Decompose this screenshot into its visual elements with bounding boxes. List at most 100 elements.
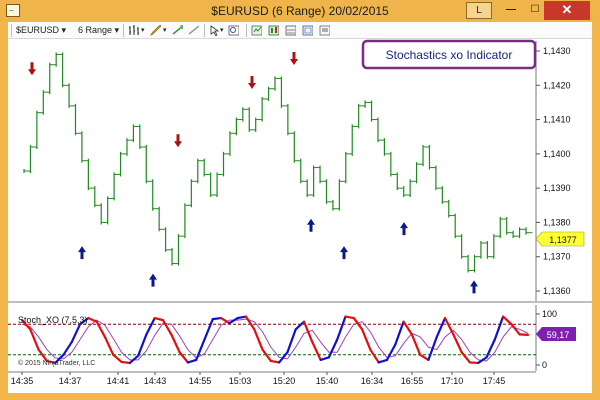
close-button[interactable]: ✕	[544, 1, 590, 20]
chevron-down-icon: ▾	[114, 25, 120, 35]
indicator-value-badge: 59,17	[536, 327, 576, 341]
hide-drawings-icon[interactable]	[188, 25, 199, 36]
stoch-k-segment	[377, 358, 389, 364]
chart-area[interactable]: 1,1430 1,1420 1,1410 1,1400 1,1390 1,1380 1,13…	[8, 39, 592, 393]
stoch-k-segment	[518, 333, 530, 337]
time-tick-label: 14:55	[189, 376, 212, 386]
time-tick-label: 15:20	[273, 376, 296, 386]
chevron-down-icon[interactable]: ▾	[220, 24, 224, 37]
period-label: 6 Range	[78, 25, 113, 35]
time-tick-label: 16:55	[401, 376, 424, 386]
signal-arrows	[28, 45, 478, 294]
chevron-down-icon[interactable]: ▾	[141, 24, 145, 37]
annotation-label: Stochastics xo Indicator	[386, 48, 513, 62]
stoch-k-segment	[112, 353, 123, 364]
stoch-k-segment	[261, 348, 272, 363]
stoch-k-segment	[493, 315, 505, 341]
time-tick-label: 14:43	[144, 376, 167, 386]
chart-toolbar: $EURUSD ▾ 6 Range ▾ ▾ ▾ ▾	[8, 22, 592, 39]
stoch-k-segment	[311, 340, 322, 361]
stoch-k-segment	[203, 318, 214, 341]
stoch-k-segment	[161, 319, 173, 336]
stoch-k-segment	[128, 354, 140, 365]
price-axis: 1,1430 1,1420 1,1410 1,1400 1,1390 1,1380 1,13…	[536, 46, 571, 296]
stoch-k-segment	[319, 356, 331, 361]
stoch-k-segment	[70, 323, 82, 344]
time-axis: 14:35 14:37 14:41 14:43 14:55 15:03 15:20 15:40…	[11, 372, 506, 386]
time-tick-label: 14:37	[59, 376, 82, 386]
time-tick-label: 17:45	[483, 376, 506, 386]
stoch-k-segment	[120, 360, 131, 365]
stoch-k-segment	[302, 320, 314, 344]
price-tick-label: 1,1360	[543, 286, 571, 296]
time-tick-label: 14:41	[107, 376, 130, 386]
stoch-k-segment	[153, 316, 165, 322]
stoch-k-segment	[244, 315, 256, 331]
buy-arrow-icon	[400, 222, 408, 236]
stoch-k-segment	[452, 333, 463, 354]
buy-arrow-icon	[340, 246, 348, 260]
chevron-down-icon: ▾	[61, 25, 67, 35]
sell-arrow-icon	[290, 52, 298, 65]
current-price-badge: 1,1377	[535, 231, 585, 247]
stoch-k-segment	[253, 328, 264, 351]
stoch-k-segment	[269, 359, 281, 364]
sell-arrow-icon	[174, 134, 182, 148]
stoch-k-segment	[211, 316, 223, 321]
stoch-k-segment	[502, 315, 513, 326]
toolbar-separator	[123, 24, 124, 37]
time-tick-label: 15:40	[316, 376, 339, 386]
time-tick-label: 14:35	[11, 376, 34, 386]
stoch-k-segment	[402, 320, 413, 336]
instrument-selector[interactable]: $EURUSD ▾	[16, 24, 66, 37]
stoch-k-segment	[103, 335, 115, 356]
title-bar[interactable]: ~ $EURUSD (6 Range) 20/02/2015 L — ☐ ✕	[0, 0, 600, 22]
buy-arrow-icon	[78, 246, 86, 260]
restore-button[interactable]: L	[466, 2, 492, 19]
chart-window: ~ $EURUSD (6 Range) 20/02/2015 L — ☐ ✕ $…	[0, 0, 600, 400]
properties-icon[interactable]	[268, 25, 279, 36]
minimize-button[interactable]: —	[498, 2, 524, 19]
pencil-icon[interactable]	[150, 25, 161, 36]
indicator-value-label: 59,17	[547, 330, 570, 340]
price-tick-label: 1,1400	[543, 149, 571, 159]
stoch-k-segment	[427, 335, 438, 361]
toolbar-grip	[11, 24, 12, 37]
stoch-k-segment	[228, 316, 239, 325]
stoch-k-segment	[178, 351, 190, 364]
stoch-k-segment	[344, 315, 355, 320]
stoch-k-segment	[460, 351, 472, 364]
data-box-icon[interactable]	[251, 25, 262, 36]
price-tick-label: 1,1410	[543, 115, 571, 125]
price-tick-label: 1,1430	[543, 46, 571, 56]
stoch-k-segment	[419, 353, 430, 361]
price-series	[23, 52, 533, 273]
pointer-icon[interactable]	[209, 25, 220, 36]
price-tick-label: 1,1380	[543, 217, 571, 227]
stoch-k-segment	[443, 316, 455, 336]
buy-arrow-icon	[470, 280, 478, 294]
price-tick-label: 1,1390	[543, 183, 571, 193]
drawing-tools-icon[interactable]	[172, 25, 183, 36]
bar-type-icon[interactable]	[128, 25, 139, 36]
zoom-icon[interactable]	[228, 25, 239, 36]
sell-arrow-icon	[28, 62, 36, 76]
indicator-tick-100: 100	[542, 309, 557, 319]
stoch-k-segment	[145, 316, 156, 336]
stoch-k-segment	[170, 333, 181, 354]
toolbar-separator	[204, 24, 205, 37]
stoch-k-segment	[435, 316, 447, 339]
stoch-k-segment	[410, 333, 422, 356]
stoch-k-segment	[360, 328, 372, 351]
indicators-icon[interactable]	[285, 25, 296, 36]
chevron-down-icon[interactable]: ▾	[163, 24, 167, 37]
price-tick-label: 1,1370	[543, 252, 571, 262]
strategies-icon[interactable]	[302, 25, 313, 36]
chart-properties-icon[interactable]	[319, 25, 330, 36]
stoch-k-segment	[468, 361, 480, 365]
chart-canvas[interactable]: 1,1430 1,1420 1,1410 1,1400 1,1390 1,1380 1,13…	[8, 39, 592, 393]
time-tick-label: 15:03	[229, 376, 252, 386]
indicator-tick-0: 0	[542, 360, 547, 370]
period-selector[interactable]: 6 Range ▾	[78, 24, 119, 37]
current-price-label: 1,1377	[549, 235, 577, 245]
